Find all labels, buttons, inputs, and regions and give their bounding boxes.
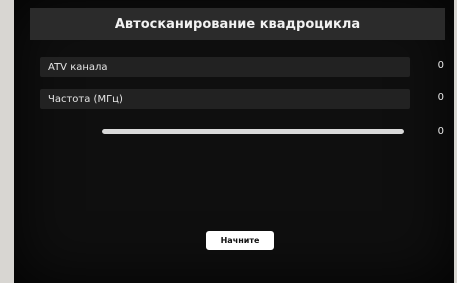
start-button[interactable]: Начните bbox=[206, 231, 274, 250]
frequency-value: 0 bbox=[437, 92, 444, 103]
page-title: Автосканирование квадроцикла bbox=[114, 16, 361, 32]
title-bar: Автосканирование квадроцикла bbox=[30, 8, 445, 40]
channels-label: ATV канала bbox=[48, 61, 108, 73]
scan-progress-bar bbox=[102, 129, 404, 134]
frequency-row[interactable]: Частота (МГц) 0 bbox=[40, 89, 450, 109]
scan-progress-value: 0 bbox=[437, 126, 444, 137]
tv-screen: Автосканирование квадроцикла ATV канала … bbox=[14, 0, 454, 283]
frequency-label: Частота (МГц) bbox=[48, 93, 123, 105]
channels-row[interactable]: ATV канала 0 bbox=[40, 57, 450, 77]
scan-progress-row: 0 bbox=[40, 122, 450, 142]
scan-progress-fill bbox=[102, 129, 404, 134]
channels-count: 0 bbox=[437, 60, 444, 71]
